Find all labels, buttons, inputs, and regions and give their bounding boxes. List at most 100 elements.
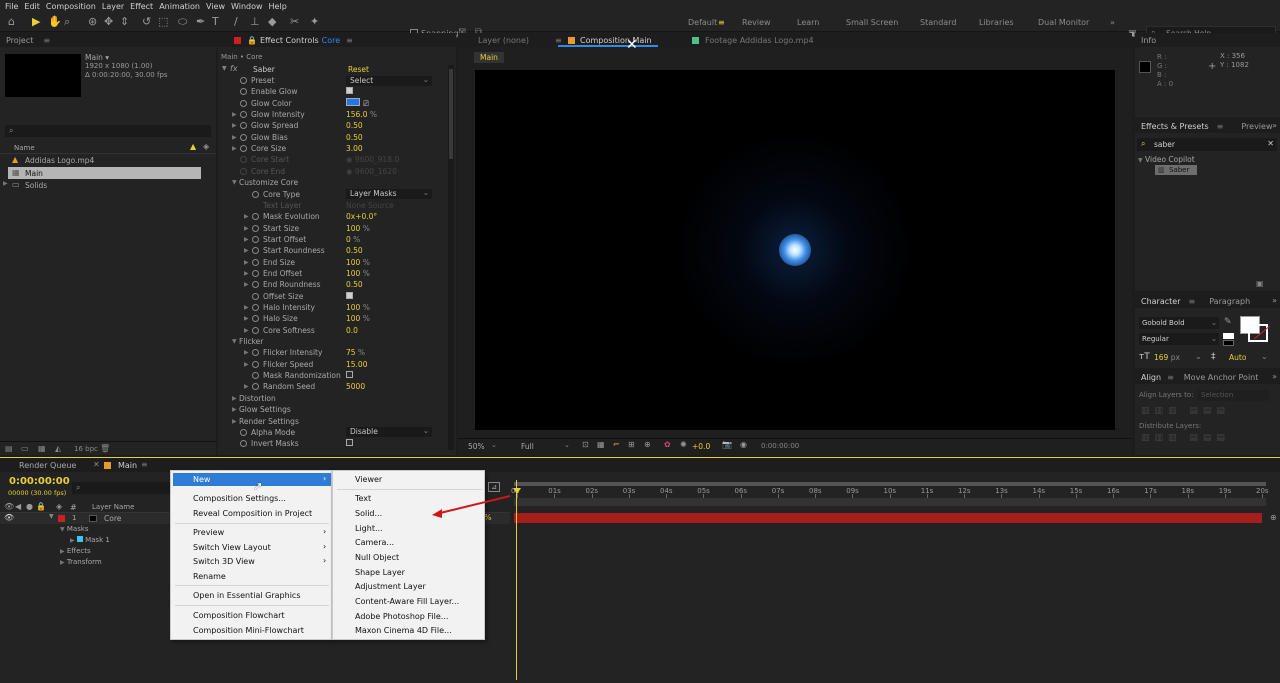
- project-panel-title[interactable]: Project: [6, 36, 33, 45]
- eraser-tool-icon[interactable]: ◆: [268, 15, 276, 28]
- brush-tool-icon[interactable]: /: [234, 15, 238, 28]
- tab-move-anchor-point[interactable]: Move Anchor Point: [1184, 373, 1259, 382]
- effect-property-row[interactable]: ▶ End Roundness 0.50: [218, 279, 448, 290]
- expand-arrow-icon[interactable]: ▼: [232, 338, 237, 345]
- info-title[interactable]: Info: [1141, 36, 1156, 45]
- audio-column-icon[interactable]: ◀: [15, 502, 21, 511]
- property-value[interactable]: [346, 371, 353, 380]
- stopwatch-icon[interactable]: [252, 269, 259, 277]
- panel-menu-icon[interactable]: ≡: [1217, 122, 1224, 131]
- effect-property-row[interactable]: ▶ Glow Spread 0.50: [218, 120, 448, 131]
- effect-property-row[interactable]: ▶ Start Offset 0 %: [218, 234, 448, 245]
- expand-arrow-icon[interactable]: ▶: [244, 315, 249, 322]
- effect-property-row[interactable]: ▶ Core Softness 0.0: [218, 325, 448, 336]
- expand-arrow-icon[interactable]: ▼: [49, 513, 54, 520]
- white-swatch[interactable]: [1223, 333, 1234, 339]
- property-value[interactable]: Layer Masks ⌄: [346, 188, 432, 199]
- effect-property-row[interactable]: ▶ Flicker Intensity 75 %: [218, 347, 448, 358]
- menu-item-new[interactable]: New: [193, 475, 210, 484]
- property-value[interactable]: [346, 439, 353, 448]
- property-value[interactable]: 0.50: [346, 133, 363, 142]
- menu-composition[interactable]: Composition: [46, 2, 96, 11]
- new-folder-icon[interactable]: ▭: [21, 444, 29, 453]
- keyframe-nav-icon[interactable]: ⊕: [1270, 513, 1277, 522]
- workspace-default[interactable]: Default: [688, 18, 717, 27]
- effect-property-row[interactable]: Mask Randomization: [218, 370, 448, 381]
- submenu-item-shape-layer[interactable]: Shape Layer: [355, 568, 405, 577]
- workspace-standard[interactable]: Standard: [920, 18, 956, 27]
- tab-preview[interactable]: Preview: [1241, 122, 1272, 131]
- effects-presets-title[interactable]: Effects & Presets: [1141, 122, 1209, 131]
- panel-menu-icon[interactable]: ≡: [1189, 297, 1196, 306]
- scrollbar[interactable]: [448, 65, 454, 450]
- snapshot-icon[interactable]: 📷: [722, 440, 732, 449]
- tab-composition[interactable]: Composition Main: [580, 36, 660, 45]
- lock-icon[interactable]: 🔒: [247, 36, 257, 45]
- expand-arrow-icon[interactable]: ▶: [244, 304, 249, 311]
- menu-item-composition-flowchart[interactable]: Composition Flowchart: [193, 611, 285, 620]
- stopwatch-icon[interactable]: [252, 281, 259, 289]
- label-column-icon[interactable]: ◈: [56, 502, 62, 511]
- region-of-interest-icon[interactable]: ⊡: [582, 440, 589, 449]
- panel-menu-icon[interactable]: ≡: [346, 36, 353, 45]
- stopwatch-icon[interactable]: [252, 213, 259, 221]
- tab-menu-icon[interactable]: ≡: [555, 36, 562, 45]
- property-value[interactable]: 75 %: [346, 348, 365, 357]
- project-item-main[interactable]: ▦ Main: [8, 167, 201, 179]
- property-value[interactable]: 0.0: [346, 326, 358, 335]
- property-value[interactable]: [346, 291, 353, 301]
- effect-property-row[interactable]: ▶ Glow Bias 0.50: [218, 132, 448, 143]
- project-item-footage[interactable]: ▲ Addidas Logo.mp4: [0, 155, 216, 166]
- effect-property-row[interactable]: ▼ Flicker: [218, 336, 448, 347]
- property-value[interactable]: 100 %: [346, 269, 370, 278]
- stopwatch-icon[interactable]: [240, 167, 247, 175]
- submenu-item-content-aware-fill[interactable]: Content-Aware Fill Layer...: [355, 597, 459, 606]
- effects-search-input[interactable]: ⌕ saber ✕: [1137, 138, 1277, 151]
- stopwatch-icon[interactable]: [252, 258, 259, 266]
- property-value[interactable]: 0.50: [346, 280, 363, 289]
- effect-property-row[interactable]: Offset Size: [218, 291, 448, 302]
- selection-tool-icon[interactable]: ▶: [32, 15, 40, 28]
- menu-window[interactable]: Window: [231, 2, 263, 11]
- align-buttons-row[interactable]: ▥▥▥ ▤▤▤: [1141, 406, 1230, 416]
- dolly-tool-icon[interactable]: ⇕: [120, 15, 129, 28]
- property-value[interactable]: None Source: [346, 201, 394, 210]
- solo-column-icon[interactable]: ●: [26, 502, 33, 511]
- effect-controls-title[interactable]: Effect Controls: [260, 36, 319, 45]
- effect-property-row[interactable]: ▼ Customize Core: [218, 177, 448, 188]
- menu-item-rename[interactable]: Rename: [193, 572, 226, 581]
- workspace-learn[interactable]: Learn: [797, 18, 819, 27]
- expand-arrow-icon[interactable]: ▶: [244, 281, 249, 288]
- effect-property-row[interactable]: Alpha Mode Disable ⌄: [218, 426, 448, 438]
- panel-menu-icon[interactable]: ≡: [1167, 373, 1174, 382]
- tag-column-icon[interactable]: ◈: [203, 142, 209, 151]
- reset-link[interactable]: Reset: [348, 65, 369, 74]
- effect-property-row[interactable]: Core Start ◉ 9600_918.0: [218, 154, 448, 165]
- submenu-item-light[interactable]: Light...: [355, 524, 383, 533]
- expand-arrow-icon[interactable]: ▼: [222, 65, 227, 72]
- effect-property-row[interactable]: ▶ Start Roundness 0.50: [218, 245, 448, 256]
- visibility-column-icon[interactable]: 👁: [4, 502, 14, 511]
- stopwatch-icon[interactable]: [252, 235, 259, 243]
- work-area-bar[interactable]: [514, 482, 1266, 486]
- menu-item-composition-settings[interactable]: Composition Settings...: [193, 494, 286, 503]
- effect-property-row[interactable]: ▶ Glow Intensity 156.0 %: [218, 109, 448, 120]
- delete-icon[interactable]: 🗑: [100, 444, 110, 453]
- distribute-buttons-row[interactable]: ▥▥▥ ▤▤▤: [1141, 433, 1230, 443]
- stopwatch-icon[interactable]: [240, 99, 247, 107]
- panel-menu-icon[interactable]: ≡: [43, 36, 50, 45]
- property-value[interactable]: 100 %: [346, 314, 370, 323]
- project-item-solids[interactable]: ▶ ▭ Solids: [0, 180, 216, 191]
- stopwatch-icon[interactable]: [240, 88, 247, 96]
- layer-label-color[interactable]: [58, 515, 65, 522]
- stopwatch-icon[interactable]: [252, 247, 259, 255]
- mask-visibility-icon[interactable]: ⌐: [613, 440, 620, 449]
- workspace-review[interactable]: Review: [742, 18, 771, 27]
- stopwatch-icon[interactable]: [240, 122, 247, 130]
- roto-tool-icon[interactable]: ✂: [290, 15, 299, 28]
- stopwatch-icon[interactable]: [252, 224, 259, 232]
- fx-icon[interactable]: fx: [230, 64, 238, 73]
- close-icon[interactable]: ✕: [626, 37, 638, 53]
- menu-layer[interactable]: Layer: [102, 2, 124, 11]
- submenu-item-null-object[interactable]: Null Object: [355, 553, 399, 562]
